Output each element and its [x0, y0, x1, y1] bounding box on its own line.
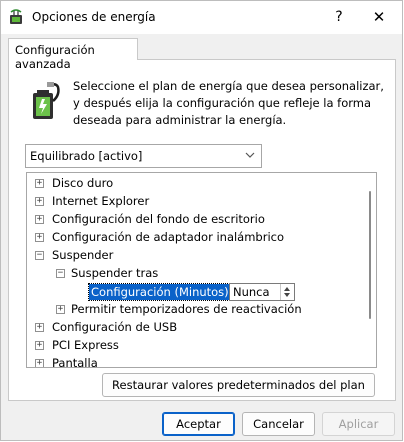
tree-item-label: Internet Explorer [52, 194, 150, 208]
collapse-icon[interactable]: − [56, 269, 65, 278]
spin-arrows[interactable] [280, 284, 294, 300]
expand-icon[interactable]: + [35, 359, 44, 367]
window-title: Opciones de energía [32, 10, 156, 24]
cancel-button[interactable]: Cancelar [242, 412, 315, 436]
tree-item-usb[interactable]: + Configuración de USB [27, 319, 357, 337]
spin-up-icon[interactable] [284, 287, 290, 291]
power-plan-value: Equilibrado [activo] [30, 149, 143, 163]
tree-item-hard-disk[interactable]: + Disco duro [27, 175, 357, 193]
tree-item-label: Configuración de adaptador inalámbrico [52, 230, 285, 244]
close-button[interactable]: ✕ [359, 3, 399, 32]
expand-icon[interactable]: + [35, 215, 44, 224]
tree-item-label: Permitir temporizadores de reactivación [71, 302, 302, 316]
tree-item-wake-timers[interactable]: + Permitir temporizadores de reactivació… [27, 301, 357, 319]
expand-icon[interactable]: + [35, 179, 44, 188]
vertical-scrollbar[interactable] [369, 191, 371, 319]
tree-item-desktop-background[interactable]: + Configuración del fondo de escritorio [27, 211, 357, 229]
tree-item-internet-explorer[interactable]: + Internet Explorer [27, 193, 357, 211]
spinbox-value: Nunca [233, 285, 270, 299]
help-button[interactable]: ? [319, 3, 359, 32]
power-plan-dropdown[interactable]: Equilibrado [activo] [25, 144, 262, 168]
chevron-down-icon [245, 152, 255, 158]
tree-item-label: PCI Express [52, 338, 119, 352]
tree-item-label: Pantalla [52, 356, 98, 368]
expand-icon[interactable]: + [35, 323, 44, 332]
tree-item-label: Configuración de USB [52, 320, 178, 334]
restore-defaults-button[interactable]: Restaurar valores predeterminados del pl… [102, 373, 375, 397]
tree-item-label: Disco duro [52, 176, 114, 190]
tree-item-label: Configuración del fondo de escritorio [52, 212, 265, 226]
power-options-icon [10, 9, 22, 24]
battery-plug-icon [33, 82, 60, 119]
minutes-spinbox[interactable]: Nunca [229, 283, 295, 301]
tree-item-setting-minutes[interactable]: Configuración (Minutos): Nunca [27, 283, 357, 301]
tree-item-label: Suspender tras [71, 266, 159, 280]
expand-icon[interactable]: + [35, 341, 44, 350]
expand-icon[interactable]: + [56, 305, 65, 314]
tree-item-pci-express[interactable]: + PCI Express [27, 337, 357, 355]
expand-icon[interactable]: + [35, 233, 44, 242]
tree-item-label: Suspender [52, 248, 114, 262]
description-text: Seleccione el plan de energía que desea … [73, 79, 384, 127]
title-bar: Opciones de energía ? ✕ [1, 1, 402, 34]
spin-down-icon[interactable] [284, 293, 290, 297]
settings-tree[interactable]: + Disco duro + Internet Explorer + Confi… [26, 172, 377, 368]
apply-button[interactable]: Aplicar [322, 412, 395, 436]
tree-item-wireless-adapter[interactable]: + Configuración de adaptador inalámbrico [27, 229, 357, 247]
tab-label: Configuración avanzada [15, 43, 95, 71]
tab-advanced-settings[interactable]: Configuración avanzada [8, 38, 138, 71]
tree-item-sleep-after[interactable]: − Suspender tras [27, 265, 357, 283]
setting-label-selected: Configuración (Minutos): [88, 283, 236, 301]
accept-button[interactable]: Aceptar [162, 412, 235, 436]
power-options-dialog: Opciones de energía ? ✕ Configuración av… [0, 0, 403, 441]
collapse-icon[interactable]: − [35, 251, 44, 260]
expand-icon[interactable]: + [35, 197, 44, 206]
tree-item-sleep[interactable]: − Suspender [27, 247, 357, 265]
tree-item-display[interactable]: + Pantalla [27, 355, 357, 368]
